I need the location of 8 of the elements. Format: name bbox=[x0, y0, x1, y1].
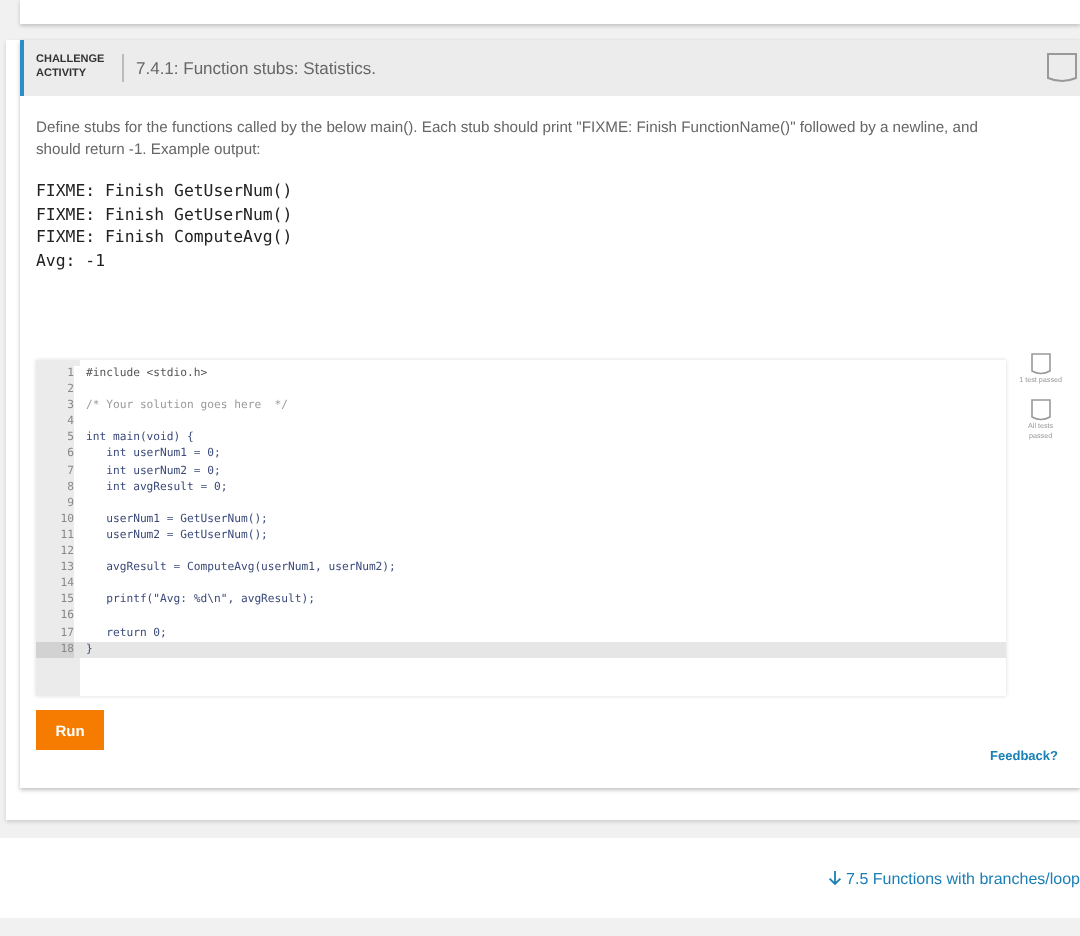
example-output-line: FIXME: Finish GetUserNum() bbox=[36, 203, 295, 226]
example-output-line: FIXME: Finish ComputeAvg() bbox=[36, 226, 295, 249]
example-output-line: Avg: -1 bbox=[36, 249, 108, 272]
example-output-line: FIXME: Finish GetUserNum() bbox=[36, 180, 295, 203]
activity-title: 7.4.1: Function stubs: Statistics. bbox=[136, 58, 379, 78]
down-arrow-icon bbox=[828, 870, 843, 886]
completion-badge-icon bbox=[1044, 50, 1080, 86]
code-editor[interactable] bbox=[36, 360, 1006, 696]
